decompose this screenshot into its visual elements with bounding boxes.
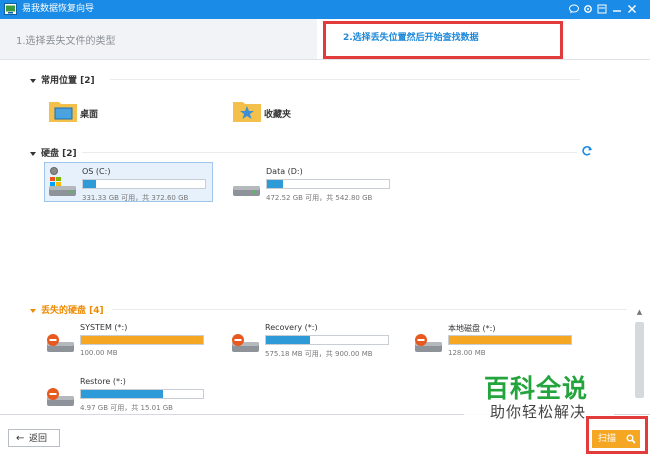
favorites-folder-icon — [233, 102, 261, 122]
lost-drive-icon — [415, 334, 442, 352]
divider — [110, 79, 580, 80]
drive-capacity-text: 4.97 GB 可用，共 15.01 GB — [80, 404, 173, 412]
lost-drive-icon — [232, 334, 259, 352]
restore-icon[interactable] — [596, 3, 608, 15]
watermark-subtitle: 助你轻松解决 — [490, 403, 587, 421]
capacity-fill — [266, 336, 310, 344]
drive-capacity-text: 100.00 MB — [80, 349, 118, 357]
drive-name: Data (D:) — [266, 167, 303, 176]
drive-capacity-text: 575.18 MB 可用，共 900.00 MB — [265, 350, 373, 358]
drive-name: OS (C:) — [82, 167, 111, 176]
drive-name: SYSTEM (*:) — [80, 323, 128, 332]
settings-icon[interactable] — [582, 3, 594, 15]
highlight-box — [586, 416, 648, 454]
capacity-fill — [449, 336, 571, 344]
minimize-icon[interactable] — [611, 3, 623, 15]
drive-os-c[interactable]: OS (C:) 331.33 GB 可用，共 372.60 GB — [44, 162, 218, 208]
divider — [82, 152, 577, 153]
location-desktop[interactable]: 桌面 — [48, 98, 158, 126]
lost-drive-icon — [47, 388, 74, 406]
drive-capacity-text: 472.52 GB 可用，共 542.80 GB — [266, 194, 373, 202]
location-favorites-label: 收藏夹 — [264, 110, 292, 120]
drive-data-d[interactable]: Data (D:) 472.52 GB 可用，共 542.80 GB — [232, 164, 402, 208]
watermark-title: 百科全说 — [484, 374, 589, 403]
lost-drive-local-disk[interactable]: 本地磁盘 (*:) 128.00 MB — [414, 320, 584, 364]
common-locations-heading[interactable]: 常用位置 [2] — [30, 73, 95, 86]
selected-radio — [50, 167, 58, 175]
step-1-label[interactable]: 1.选择丢失文件的类型 — [16, 32, 116, 47]
drive-name: Recovery (*:) — [265, 323, 318, 332]
lost-drive-restore[interactable]: Restore (*:) 4.97 GB 可用，共 15.01 GB — [46, 374, 216, 418]
back-arrow-icon: ← — [16, 433, 25, 444]
lost-disks-heading[interactable]: 丢失的硬盘 [4] — [30, 303, 104, 316]
capacity-bar — [82, 179, 206, 189]
back-button-label: 返回 — [29, 434, 48, 444]
window-title: 易我数据恢复向导 — [22, 4, 95, 14]
capacity-bar — [266, 179, 390, 189]
capacity-fill — [81, 390, 163, 398]
capacity-bar — [80, 335, 204, 345]
capacity-bar — [80, 389, 204, 399]
capacity-fill — [83, 180, 97, 188]
capacity-fill — [267, 180, 283, 188]
hard-drive-icon — [233, 186, 260, 196]
capacity-bar — [448, 335, 572, 345]
scroll-up-icon[interactable]: ▲ — [635, 308, 644, 316]
location-favorites[interactable]: 收藏夹 — [232, 98, 342, 126]
lost-drive-recovery[interactable]: Recovery (*:) 575.18 MB 可用，共 900.00 MB — [231, 320, 401, 364]
drive-capacity-text: 128.00 MB — [448, 349, 486, 357]
title-bar: 易我数据恢复向导 — [0, 0, 650, 19]
desktop-folder-icon — [49, 102, 77, 122]
drive-name: Restore (*:) — [80, 377, 126, 386]
refresh-icon[interactable] — [581, 145, 593, 157]
capacity-fill — [81, 336, 203, 344]
capacity-bar — [265, 335, 389, 345]
app-logo-icon — [4, 3, 17, 15]
lost-drive-system[interactable]: SYSTEM (*:) 100.00 MB — [46, 320, 216, 364]
drive-name: 本地磁盘 (*:) — [448, 324, 496, 333]
lost-drive-icon — [47, 334, 74, 352]
highlight-box — [323, 21, 563, 59]
location-desktop-label: 桌面 — [80, 110, 99, 120]
back-button[interactable]: ← 返回 — [8, 429, 60, 447]
drive-capacity-text: 331.33 GB 可用，共 372.60 GB — [82, 194, 189, 202]
divider — [112, 309, 627, 310]
close-icon[interactable] — [626, 3, 638, 15]
windows-drive-icon — [49, 177, 76, 196]
hard-disks-heading[interactable]: 硬盘 [2] — [30, 146, 77, 159]
chat-icon[interactable] — [568, 3, 580, 15]
vertical-scrollbar[interactable] — [635, 322, 644, 398]
